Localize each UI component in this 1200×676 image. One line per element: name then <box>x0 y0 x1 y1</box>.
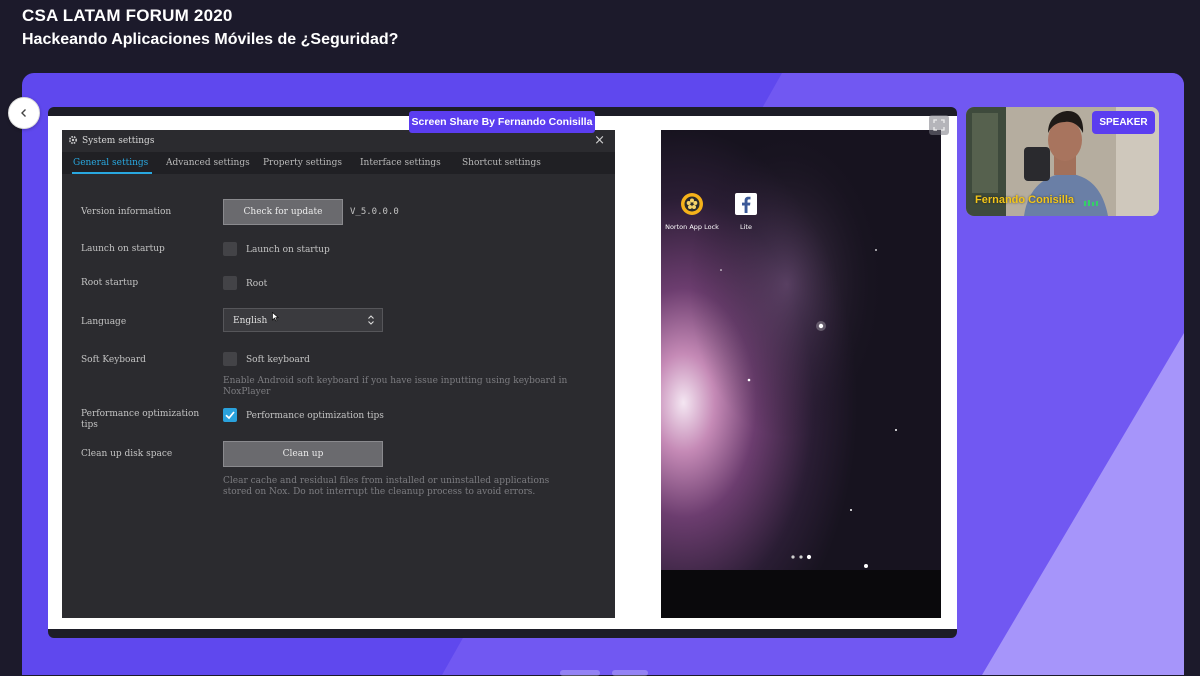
version-label: Version information <box>81 207 172 217</box>
back-button[interactable] <box>8 97 40 129</box>
speaker-name: Fernando Conisilla <box>975 194 1075 206</box>
event-title: CSA LATAM FORUM 2020 <box>22 6 233 25</box>
soft-keyboard-label: Soft Keyboard <box>81 355 146 365</box>
active-tab-indicator <box>72 172 152 174</box>
session-title: Hackeando Aplicaciones Móviles de ¿Segur… <box>22 31 399 48</box>
soft-keyboard-checkbox[interactable] <box>223 352 237 366</box>
fullscreen-button[interactable] <box>929 115 949 135</box>
android-home-screen: Norton App Lock Lite <box>661 130 941 618</box>
tab-advanced-settings[interactable]: Advanced settings <box>166 158 250 168</box>
clean-up-help: Clear cache and residual files from inst… <box>223 476 593 498</box>
launch-on-startup-checkbox[interactable] <box>223 242 237 256</box>
gear-icon <box>68 135 78 145</box>
soft-keyboard-help-line-1: Enable Android soft keyboard if you have… <box>223 376 568 386</box>
performance-label-line-1: Performance optimization <box>81 409 200 419</box>
norton-app-lock-icon <box>681 193 703 215</box>
language-select[interactable]: English <box>223 308 383 332</box>
app-label-facebook-lite: Lite <box>740 223 752 231</box>
bottom-control[interactable] <box>612 670 648 676</box>
close-button[interactable]: × <box>594 133 605 148</box>
checkmark-icon <box>225 411 235 420</box>
speaker-badge: SPEAKER <box>1092 111 1155 134</box>
soft-keyboard-checkbox-label: Soft keyboard <box>246 355 310 365</box>
screen-share-badge: Screen Share By Fernando Conisilla <box>409 111 595 133</box>
tab-property-settings[interactable]: Property settings <box>263 158 342 168</box>
navigation-bar <box>661 570 941 618</box>
facebook-lite-icon <box>735 193 757 215</box>
clean-up-button[interactable]: Clean up <box>223 441 383 467</box>
app-label-norton-app-lock: Norton App Lock <box>665 223 719 231</box>
mouse-cursor-icon <box>272 312 279 322</box>
launch-on-startup-checkbox-label: Launch on startup <box>246 245 330 255</box>
performance-label-line-2: tips <box>81 420 98 430</box>
audio-level-icon <box>1084 200 1098 206</box>
tab-shortcut-settings[interactable]: Shortcut settings <box>462 158 541 168</box>
clean-up-label: Clean up disk space <box>81 449 173 459</box>
app-norton-app-lock[interactable]: Norton App Lock <box>662 192 722 231</box>
dialog-title: System settings <box>82 136 155 146</box>
tab-interface-settings[interactable]: Interface settings <box>360 158 441 168</box>
clean-up-help-line-1: Clear cache and residual files from inst… <box>223 476 550 486</box>
soft-keyboard-help-line-2: NoxPlayer <box>223 387 271 397</box>
performance-tips-checkbox-label: Performance optimization tips <box>246 411 384 421</box>
dialog-titlebar: System settings × <box>62 130 615 152</box>
bottom-control[interactable] <box>560 670 600 676</box>
soft-keyboard-help: Enable Android soft keyboard if you have… <box>223 376 593 398</box>
settings-tabs: General settings Advanced settings Prope… <box>62 152 615 174</box>
language-label: Language <box>81 317 127 327</box>
system-settings-dialog: System settings × General settings Advan… <box>62 130 615 618</box>
performance-label: Performance optimization tips <box>81 409 199 431</box>
expand-icon <box>933 119 945 131</box>
launch-on-startup-label: Launch on startup <box>81 244 165 254</box>
version-value: V_5.0.0.0 <box>350 207 399 217</box>
root-checkbox[interactable] <box>223 276 237 290</box>
tab-general-settings[interactable]: General settings <box>73 158 148 168</box>
select-arrows-icon <box>368 315 374 325</box>
root-checkbox-label: Root <box>246 279 268 289</box>
clean-up-help-line-2: stored on Nox. Do not interrupt the clea… <box>223 487 536 497</box>
app-facebook-lite[interactable]: Lite <box>716 192 776 231</box>
root-startup-label: Root startup <box>81 278 139 288</box>
performance-tips-checkbox[interactable] <box>223 408 237 422</box>
page-indicator <box>791 554 812 560</box>
chevron-left-icon <box>21 109 26 117</box>
check-for-update-button[interactable]: Check for update <box>223 199 343 225</box>
language-select-value: English <box>233 316 268 326</box>
